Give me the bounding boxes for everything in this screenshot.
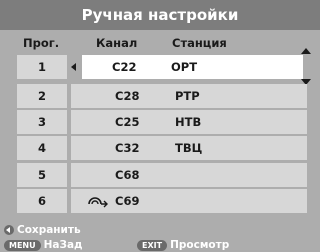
channel-cell[interactable]: C28 РТР: [67, 84, 307, 108]
scroll-up-icon[interactable]: [301, 48, 311, 54]
prog-number: 5: [17, 163, 67, 187]
channel-row-3[interactable]: 3 C25 НТВ: [0, 110, 320, 134]
manual-tuning-screen: Ручная настройки Прог. Канал Станция 1 C…: [0, 0, 320, 252]
channel-code: C22: [112, 60, 137, 74]
header-prog: Прог.: [23, 36, 60, 50]
channel-row-4[interactable]: 4 C32 ТВЦ: [0, 136, 320, 160]
header-channel: Канал: [96, 36, 138, 50]
save-hint[interactable]: Сохранить: [4, 223, 81, 237]
station-name: ТВЦ: [175, 141, 203, 155]
left-key-icon: [4, 225, 14, 235]
view-label: Просмотр: [170, 239, 230, 251]
save-label: Сохранить: [17, 224, 81, 236]
page-title: Ручная настройки: [0, 0, 320, 30]
prog-number: 2: [17, 84, 67, 108]
view-hint[interactable]: EXIT Просмотр: [137, 238, 229, 252]
channel-code: C32: [115, 141, 140, 155]
back-label: НаЗад: [43, 239, 83, 251]
channel-code: C25: [115, 115, 140, 129]
header-station: Станция: [172, 36, 227, 50]
channel-code: C28: [115, 89, 140, 103]
channel-cell[interactable]: C68: [67, 163, 307, 187]
prog-number: 1: [17, 55, 67, 79]
station-name: РТР: [175, 89, 200, 103]
exit-key: EXIT: [137, 239, 168, 251]
channel-cell[interactable]: C22 ОРТ: [82, 55, 303, 79]
channel-cell[interactable]: C32 ТВЦ: [67, 136, 307, 160]
channel-row-5[interactable]: 5 C68: [0, 163, 320, 187]
prog-number: 3: [17, 110, 67, 134]
channel-row-2[interactable]: 2 C28 РТР: [0, 84, 320, 108]
station-name: НТВ: [175, 115, 202, 129]
channel-row-1[interactable]: 1 C22 ОРТ: [0, 55, 320, 79]
prog-number: 6: [17, 189, 67, 213]
menu-key: MENU: [4, 239, 41, 251]
left-arrow-icon: [71, 63, 76, 71]
prog-number: 4: [17, 136, 67, 160]
channel-code: C69: [115, 194, 140, 208]
channel-cell[interactable]: C25 НТВ: [67, 110, 307, 134]
channel-cell[interactable]: C69: [67, 189, 307, 213]
skip-signal-icon: [87, 194, 109, 211]
station-name: ОРТ: [171, 60, 198, 74]
channel-code: C68: [115, 168, 140, 182]
back-hint[interactable]: MENU НаЗад: [4, 238, 83, 252]
footer-hints: Сохранить MENU НаЗад EXIT Просмотр: [0, 222, 320, 252]
channel-row-6[interactable]: 6 C69: [0, 189, 320, 213]
